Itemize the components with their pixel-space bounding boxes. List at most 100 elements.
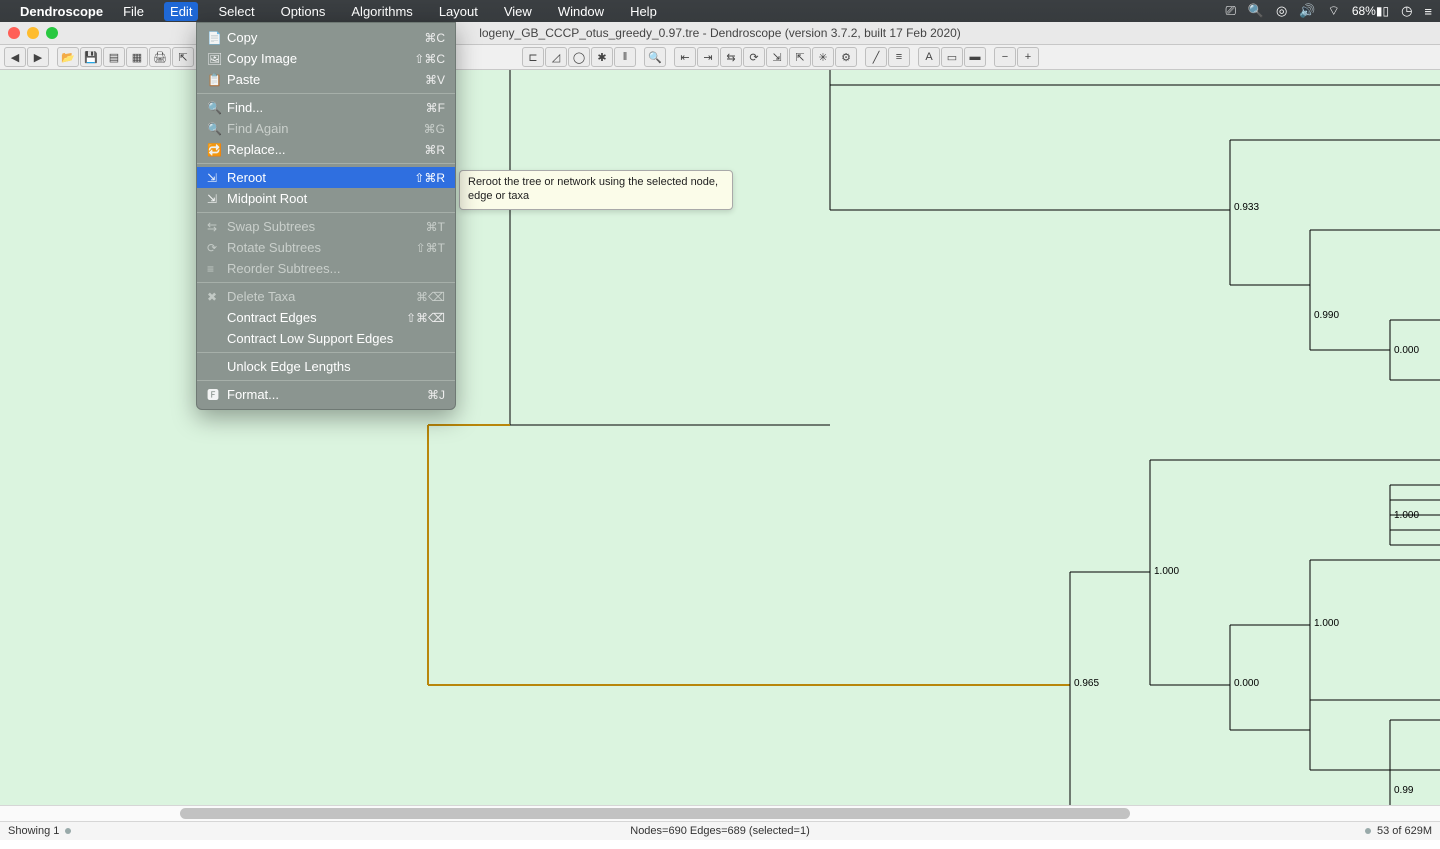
layout-slant-button[interactable]: ◿ — [545, 47, 567, 67]
edit-menu-replace[interactable]: 🔁Replace...⌘R — [197, 139, 455, 160]
menu-item-icon: ⇆ — [207, 220, 227, 234]
save-button[interactable]: 💾 — [80, 47, 102, 67]
nav-back-button[interactable]: ◀ — [4, 47, 26, 67]
menu-item-label: Delete Taxa — [227, 289, 416, 304]
node-label: 0.000 — [1394, 345, 1419, 356]
edit-menu-copy-image[interactable]: 🖼Copy Image⇧⌘C — [197, 48, 455, 69]
edit-menu-contract-low-support-edges[interactable]: Contract Low Support Edges — [197, 328, 455, 349]
zoom-button[interactable]: 🔍 — [644, 47, 666, 67]
menu-item-shortcut: ⌘F — [426, 101, 445, 115]
node-label: 1.000 — [1394, 510, 1419, 521]
nav-fwd-button[interactable]: ▶ — [27, 47, 49, 67]
app-name[interactable]: Dendroscope — [20, 4, 103, 19]
edit-menu-paste[interactable]: 📋Paste⌘V — [197, 69, 455, 90]
volume-icon[interactable]: 🔊 — [1299, 3, 1315, 19]
align-tool-button[interactable]: ≡ — [888, 47, 910, 67]
edit-menu-reorder-subtrees: ≡Reorder Subtrees... — [197, 258, 455, 279]
settings-button[interactable]: ⚙ — [835, 47, 857, 67]
menu-options[interactable]: Options — [275, 2, 332, 21]
layout-columns-button[interactable]: ‖ — [614, 47, 636, 67]
menu-item-label: Contract Low Support Edges — [227, 331, 445, 346]
node-label: 0.965 — [1074, 678, 1099, 689]
grid-button[interactable]: ▦ — [126, 47, 148, 67]
menu-item-label: Replace... — [227, 142, 424, 157]
contract-minus-button[interactable]: − — [994, 47, 1016, 67]
reroot-button[interactable]: ⇲ — [766, 47, 788, 67]
label-b-button[interactable]: ▭ — [941, 47, 963, 67]
layout-rect-button[interactable]: ⊏ — [522, 47, 544, 67]
menu-window[interactable]: Window — [552, 2, 610, 21]
ladderize-down-button[interactable]: ⇥ — [697, 47, 719, 67]
menu-item-shortcut: ⇧⌘T — [416, 241, 445, 255]
menu-item-icon: ⟳ — [207, 241, 227, 255]
ladderize-up-button[interactable]: ⇤ — [674, 47, 696, 67]
layout-circ-button[interactable]: ◯ — [568, 47, 590, 67]
window-close-button[interactable] — [8, 27, 20, 39]
menu-item-label: Reroot — [227, 170, 414, 185]
menu-item-label: Find... — [227, 100, 426, 115]
menu-item-label: Copy Image — [227, 51, 414, 66]
menu-item-shortcut: ⇧⌘R — [414, 171, 445, 185]
menu-item-icon: 🖼 — [207, 52, 227, 66]
edit-menu-copy[interactable]: 📄Copy⌘C — [197, 27, 455, 48]
layout-radial-button[interactable]: ✱ — [591, 47, 613, 67]
menu-extras-icon[interactable]: ≡ — [1424, 4, 1432, 19]
menu-item-icon: 🅵 — [207, 386, 227, 403]
node-label: 0.000 — [1234, 678, 1259, 689]
node-label: 1.000 — [1314, 618, 1339, 629]
battery-status[interactable]: 68% ▮▯ — [1352, 4, 1389, 18]
menu-algorithms[interactable]: Algorithms — [345, 2, 418, 21]
menu-item-icon: ✖ — [207, 290, 227, 304]
reroot-out-button[interactable]: ⇱ — [789, 47, 811, 67]
edit-menu-delete-taxa: ✖Delete Taxa⌘⌫ — [197, 286, 455, 307]
status-memory: 53 of 629M — [1377, 825, 1432, 837]
menu-view[interactable]: View — [498, 2, 538, 21]
menu-edit[interactable]: Edit — [164, 2, 198, 21]
edit-menu-midpoint-root[interactable]: ⇲Midpoint Root — [197, 188, 455, 209]
menu-item-shortcut: ⌘C — [424, 31, 445, 45]
window-zoom-button[interactable] — [46, 27, 58, 39]
menu-item-label: Unlock Edge Lengths — [227, 359, 445, 374]
menu-help[interactable]: Help — [624, 2, 663, 21]
swap-button[interactable]: ⇆ — [720, 47, 742, 67]
edit-menu-reroot[interactable]: ⇲Reroot⇧⌘R — [197, 167, 455, 188]
clock-icon[interactable]: ◷ — [1401, 3, 1412, 19]
status-center: Nodes=690 Edges=689 (selected=1) — [0, 825, 1440, 837]
edge-tool-button[interactable]: ╱ — [865, 47, 887, 67]
menu-item-label: Format... — [227, 387, 427, 402]
edit-menu-unlock-edge-lengths[interactable]: Unlock Edge Lengths — [197, 356, 455, 377]
rotate-button[interactable]: ⟳ — [743, 47, 765, 67]
spotlight-icon[interactable]: 🔍 — [1248, 3, 1264, 19]
menu-item-shortcut: ⌘V — [425, 73, 445, 87]
horizontal-scrollbar[interactable] — [0, 805, 1440, 821]
edit-menu-rotate-subtrees: ⟳Rotate Subtrees⇧⌘T — [197, 237, 455, 258]
menu-item-shortcut: ⌘R — [424, 143, 445, 157]
expand-plus-button[interactable]: + — [1017, 47, 1039, 67]
window-minimize-button[interactable] — [27, 27, 39, 39]
menu-file[interactable]: File — [117, 2, 150, 21]
menu-layout[interactable]: Layout — [433, 2, 484, 21]
list-button[interactable]: ▤ — [103, 47, 125, 67]
edit-menu-format[interactable]: 🅵Format...⌘J — [197, 384, 455, 405]
menu-item-shortcut: ⇧⌘C — [414, 52, 445, 66]
siri-icon[interactable]: ◎ — [1276, 3, 1287, 19]
network-button[interactable]: ✳ — [812, 47, 834, 67]
export-button[interactable]: ⇱ — [172, 47, 194, 67]
menu-item-icon: 🔍 — [207, 101, 227, 115]
menu-select[interactable]: Select — [212, 2, 260, 21]
print-button[interactable]: 🖨 — [149, 47, 171, 67]
airplay-icon[interactable]: ⎚ — [1225, 3, 1235, 19]
menu-item-label: Midpoint Root — [227, 191, 445, 206]
node-label: 1.000 — [1154, 566, 1179, 577]
menu-item-label: Paste — [227, 72, 425, 87]
open-file-button[interactable]: 📂 — [57, 47, 79, 67]
edit-menu-contract-edges[interactable]: Contract Edges⇧⌘⌫ — [197, 307, 455, 328]
label-c-button[interactable]: ▬ — [964, 47, 986, 67]
wifi-icon[interactable]: ⌔ — [1328, 3, 1340, 19]
status-left: Showing 1 — [8, 825, 59, 837]
scrollbar-thumb[interactable] — [180, 808, 1130, 819]
menu-item-icon: ⇲ — [207, 171, 227, 185]
edit-menu-find[interactable]: 🔍Find...⌘F — [197, 97, 455, 118]
label-a-button[interactable]: A — [918, 47, 940, 67]
menu-item-shortcut: ⌘T — [426, 220, 445, 234]
